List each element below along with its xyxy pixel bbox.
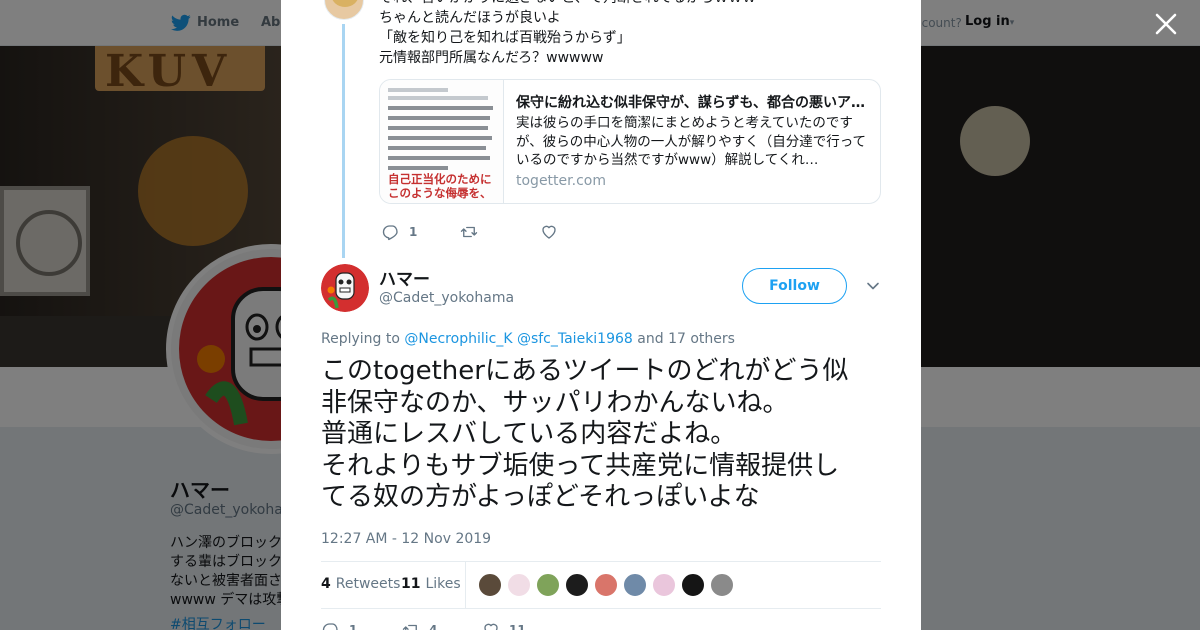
parent-tweet-text: それ、言いがかりに過ぎないと、て判断されてるからｗｗｗ ちゃんと読んだほうが良い…	[379, 0, 879, 68]
parent-tweet-line: 元情報部門所属なんだろ？wwwww	[379, 50, 604, 66]
tweet-text-line: 非保守なのか、サッパリわかんないね。	[321, 387, 789, 418]
thumb-caption-line: このような侮辱を、	[388, 186, 492, 200]
tweet-text-line: 普通にレスバしている内容だよね。	[321, 419, 737, 449]
retweet-button[interactable]: 4	[402, 620, 437, 630]
tweet-text-line: てる奴の方がよっぽどそれっぽいよな	[321, 482, 760, 512]
reply-icon	[382, 225, 398, 241]
thumb-text-line	[388, 88, 448, 92]
reply-button[interactable]: 1	[382, 222, 417, 242]
reply-count: 1	[349, 623, 358, 630]
heart-icon	[542, 225, 556, 239]
tweet-timestamp[interactable]: 12:27 AM - 12 Nov 2019	[321, 531, 491, 547]
liker-avatar[interactable]	[681, 573, 705, 597]
tweet-text-line: このtogetherにあるツイートのどれがどう似	[321, 356, 849, 386]
thumb-text-line	[388, 116, 490, 120]
likes-count: 11	[401, 576, 421, 592]
liker-avatar[interactable]	[536, 573, 560, 597]
retweets-label: Retweets	[335, 576, 401, 592]
thumb-text-line	[388, 146, 486, 150]
card-description: 実は彼らの手口を簡潔にまとめようと考えていたのですが、彼らの中心人物の一人が解り…	[516, 115, 867, 168]
tweet-text: このtogetherにあるツイートのどれがどう似 非保守なのか、サッパリわかんな…	[321, 356, 893, 514]
thread-connector-line	[342, 24, 345, 258]
retweet-count: 4	[429, 623, 438, 630]
like-button[interactable]: 11	[482, 620, 526, 630]
tweet-permalink-modal: それ、言いがかりに過ぎないと、て判断されてるからｗｗｗ ちゃんと読んだほうが良い…	[281, 0, 921, 630]
heart-icon	[484, 623, 498, 630]
liker-avatar[interactable]	[710, 573, 734, 597]
mention-link[interactable]: @Necrophilic_K	[404, 331, 512, 347]
retweet-icon	[460, 226, 478, 238]
thumb-caption: 自己正当化のために このような侮辱を、	[388, 172, 492, 200]
card-domain: togetter.com	[516, 173, 606, 189]
retweets-count: 4	[321, 576, 331, 592]
thumb-text-line	[388, 166, 448, 170]
thumb-text-line	[388, 126, 488, 130]
liker-avatar[interactable]	[507, 573, 531, 597]
replying-to-line: Replying to @Necrophilic_K @sfc_Taieki19…	[321, 331, 735, 347]
reply-icon	[322, 623, 338, 630]
mention-link[interactable]: @sfc_Taieki1968	[517, 331, 633, 347]
thumb-text-line	[388, 106, 493, 110]
thumb-text-line	[388, 156, 490, 160]
follow-button[interactable]: Follow	[742, 268, 847, 304]
replying-prefix: Replying to	[321, 331, 400, 347]
thumb-text-line	[388, 136, 492, 140]
likes-label: Likes	[425, 576, 461, 592]
close-button[interactable]	[1154, 12, 1178, 36]
like-button[interactable]	[540, 222, 567, 242]
tweet-text-line: それよりもサブ垢使って共産党に情報提供し	[321, 450, 840, 481]
chevron-down-icon[interactable]	[866, 279, 880, 293]
retweet-icon	[402, 624, 417, 630]
close-icon	[1155, 13, 1177, 35]
parent-tweet-line: ちゃんと読んだほうが良いよ	[379, 10, 561, 26]
avatar-hair	[331, 0, 359, 7]
reply-button[interactable]: 1	[322, 620, 357, 630]
liker-avatar[interactable]	[623, 573, 647, 597]
parent-tweet-line: 「敵を知り己を知れば百戦殆うからず」	[379, 30, 631, 46]
liker-avatar[interactable]	[565, 573, 589, 597]
parent-tweet-avatar[interactable]	[324, 0, 364, 20]
replying-others[interactable]: and 17 others	[637, 331, 735, 347]
card-thumbnail: 自己正当化のために このような侮辱を、	[380, 80, 504, 203]
link-preview-card[interactable]: 自己正当化のために このような侮辱を、 保守に紛れ込む似非保守が、謀らずも、都合…	[379, 79, 881, 204]
like-count: 11	[509, 623, 526, 630]
retweet-button[interactable]	[460, 222, 487, 242]
reply-count: 1	[409, 225, 418, 239]
card-title: 保守に紛れ込む似非保守が、謀らずも、都合の悪いア…	[516, 95, 866, 111]
retweets-stat[interactable]: 4 Retweets	[321, 576, 400, 592]
thumb-caption-line: 自己正当化のために	[388, 172, 492, 186]
liker-avatar[interactable]	[652, 573, 676, 597]
likes-stat[interactable]: 11 Likes	[401, 576, 461, 592]
stats-divider	[465, 562, 466, 608]
thumb-text-line	[388, 96, 488, 100]
tweet-author-handle[interactable]: @Cadet_yokohama	[379, 290, 514, 306]
parent-tweet-line: それ、言いがかりに過ぎないと、て判断されてるからｗｗｗ	[379, 0, 879, 8]
tweet-stats: 4 Retweets 11 Likes	[321, 561, 881, 609]
author-avatar-image	[321, 264, 369, 312]
liker-avatar[interactable]	[594, 573, 618, 597]
liker-avatar[interactable]	[478, 573, 502, 597]
tweet-author-name[interactable]: ハマー	[379, 265, 430, 290]
tweet-author-avatar[interactable]	[321, 264, 369, 312]
